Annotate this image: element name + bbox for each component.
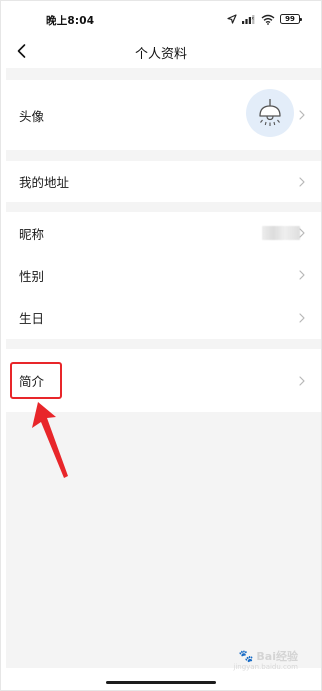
watermark-url: jingyan.baidu.com — [233, 663, 298, 671]
profile-info-section: 昵称 性别 生日 — [6, 212, 322, 339]
avatar[interactable] — [246, 89, 294, 137]
section-divider — [6, 150, 322, 161]
nickname-row[interactable]: 昵称 — [6, 212, 322, 254]
avatar-row[interactable]: 头像 — [6, 80, 322, 150]
avatar-section: 头像 — [6, 80, 322, 150]
gender-label: 性别 — [19, 268, 45, 284]
chevron-right-icon — [299, 270, 305, 280]
birthday-row[interactable]: 生日 — [6, 296, 322, 339]
status-time: 晚上8:04 — [46, 15, 95, 27]
status-icons: x 99 — [227, 12, 302, 26]
lamp-icon — [259, 99, 281, 126]
section-divider — [6, 68, 322, 80]
address-section: 我的地址 — [6, 161, 322, 202]
chevron-right-icon — [299, 110, 305, 120]
status-bar: 晚上8:04 x 99 — [0, 0, 322, 38]
chevron-right-icon — [299, 312, 305, 323]
battery-icon: 99 — [280, 14, 302, 24]
address-label: 我的地址 — [19, 175, 70, 190]
watermark-brand: Bai经验 — [256, 650, 298, 663]
nav-bar: 个人资料 — [0, 38, 322, 68]
watermark: 🐾 Bai经验 jingyan.baidu.com — [233, 648, 298, 671]
nickname-label: 昵称 — [19, 226, 45, 242]
page-title: 个人资料 — [134, 47, 187, 62]
chevron-right-icon — [299, 176, 305, 187]
gender-row[interactable]: 性别 — [6, 254, 322, 296]
home-indicator[interactable] — [106, 681, 216, 684]
paw-logo-icon: 🐾 — [238, 649, 254, 663]
avatar-label: 头像 — [19, 108, 45, 124]
annotation-arrow-icon — [32, 402, 68, 478]
address-row[interactable]: 我的地址 — [6, 161, 322, 202]
birthday-label: 生日 — [19, 311, 45, 326]
section-divider — [6, 339, 322, 349]
annotation-highlight-box — [10, 362, 62, 399]
signal-icon: x — [242, 14, 255, 24]
nickname-value-blurred — [262, 226, 300, 240]
location-icon — [227, 14, 237, 24]
section-divider — [6, 202, 322, 212]
chevron-right-icon — [299, 228, 305, 238]
wifi-icon — [261, 14, 275, 25]
chevron-right-icon — [299, 375, 305, 386]
